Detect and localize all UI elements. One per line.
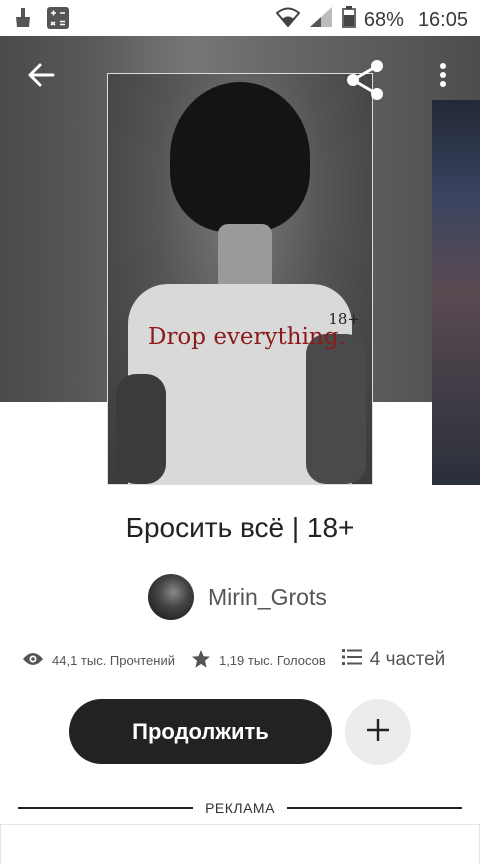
eye-icon: [22, 651, 44, 670]
battery-icon: [342, 6, 356, 34]
votes-stat: 1,19 тыс. Голосов: [191, 649, 326, 672]
cover-figure-hair: [170, 82, 310, 232]
wifi-icon: [275, 7, 301, 33]
parts-stat[interactable]: 4 частей: [341, 648, 445, 672]
share-button[interactable]: [344, 60, 388, 105]
share-icon: [344, 60, 388, 104]
arrow-left-icon: [26, 63, 56, 94]
book-cover: 18+ Drop everything.: [108, 74, 372, 484]
list-icon: [341, 648, 362, 672]
parts-count[interactable]: 4 частей: [370, 649, 445, 671]
next-cover-peek[interactable]: [432, 100, 480, 485]
plus-icon: [365, 717, 391, 748]
status-bar: 68% 16:05: [0, 0, 480, 36]
author-link[interactable]: Mirin_Grots: [148, 574, 327, 620]
back-button[interactable]: [26, 60, 56, 95]
votes-count: 1,19 тыс. Голосов: [218, 652, 326, 668]
reads-count: 44,1 тыс. Прочтений: [52, 652, 175, 668]
reads-stat: 44,1 тыс. Прочтений: [22, 651, 175, 670]
story-title: Бросить всё | 18+: [125, 512, 355, 543]
ad-divider: РЕКЛАМА: [18, 800, 463, 816]
continue-reading-button[interactable]: Продолжить: [69, 699, 332, 764]
more-vertical-icon: [436, 63, 450, 94]
ad-slot[interactable]: [0, 824, 480, 865]
divider-left: [18, 807, 194, 809]
clock: 16:05: [417, 8, 468, 31]
cover-figure-arm-right: [306, 334, 366, 484]
ad-label: РЕКЛАМА: [205, 800, 275, 816]
divider-right: [286, 807, 463, 809]
continue-label: Продолжить: [132, 718, 269, 744]
battery-percent: 68%: [363, 8, 404, 31]
author-name[interactable]: Mirin_Grots: [208, 584, 327, 611]
add-to-library-button[interactable]: [345, 699, 411, 765]
cover-title: Drop everything.: [148, 324, 346, 350]
cleaner-icon: [14, 7, 32, 34]
star-icon: [191, 649, 211, 672]
signal-icon: [308, 6, 334, 34]
avatar[interactable]: [148, 574, 194, 620]
calculator-icon: [46, 6, 70, 35]
more-menu-button[interactable]: [436, 60, 450, 95]
cover-figure-arm-left: [116, 374, 166, 484]
story-stats: 44,1 тыс. Прочтений 1,19 тыс. Голосов 4 …: [22, 648, 445, 672]
